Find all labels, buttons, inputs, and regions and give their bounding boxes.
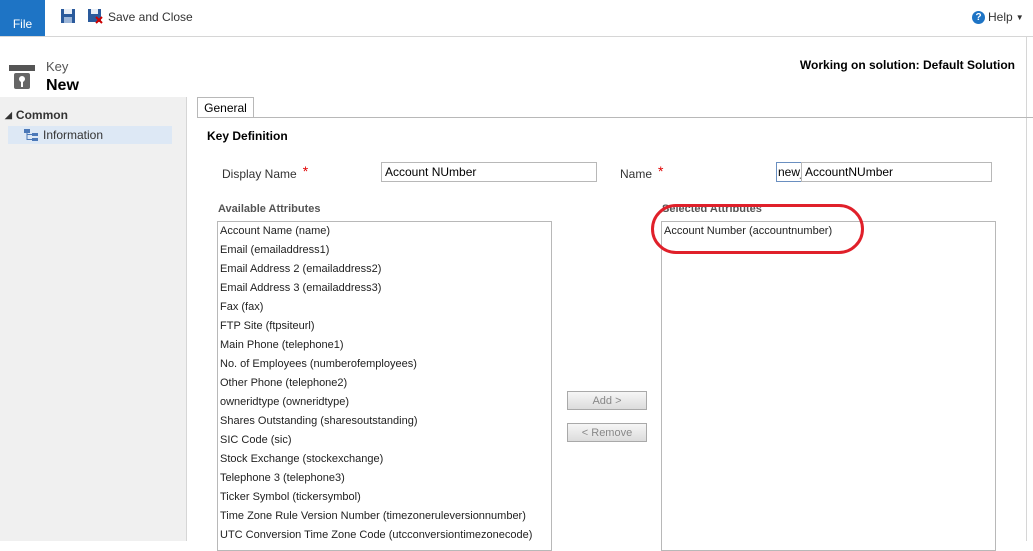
list-item[interactable]: Account Name (name): [218, 222, 551, 241]
key-entity-icon: [9, 65, 35, 89]
list-item[interactable]: FTP Site (ftpsiteurl): [218, 317, 551, 336]
chevron-down-icon: ▼: [1015, 12, 1024, 22]
available-attributes-list[interactable]: Account Name (name) Email (emailaddress1)…: [217, 221, 552, 551]
list-item[interactable]: No. of Employees (numberofemployees): [218, 355, 551, 374]
list-item[interactable]: Email (emailaddress1): [218, 241, 551, 260]
required-asterisk: *: [658, 163, 664, 179]
list-item[interactable]: Telephone 3 (telephone3): [218, 469, 551, 488]
help-icon: ?: [972, 10, 985, 24]
list-item[interactable]: Main Phone (telephone1): [218, 336, 551, 355]
display-name-label-text: Display Name: [222, 167, 297, 181]
entity-label: Key: [46, 59, 69, 74]
name-label-text: Name: [620, 167, 653, 181]
list-item[interactable]: UTC Conversion Time Zone Code (utcconver…: [218, 526, 551, 545]
nav-group-label: Common: [15, 108, 68, 122]
nav-group-common[interactable]: ◢ Common: [5, 108, 68, 122]
collapse-triangle-icon: ◢: [5, 109, 12, 120]
list-item[interactable]: Email Address 3 (emailaddress3): [218, 279, 551, 298]
content-separator: [186, 97, 187, 541]
help-button[interactable]: ? Help ▼: [972, 10, 1024, 24]
record-title: New: [46, 77, 79, 94]
list-item[interactable]: SIC Code (sic): [218, 431, 551, 450]
add-button[interactable]: Add >: [567, 391, 647, 410]
help-label: Help: [988, 10, 1013, 24]
nav-item-label: Information: [43, 128, 104, 142]
save-icon[interactable]: [60, 8, 76, 24]
tab-underline: [197, 117, 1033, 118]
nav-item-information[interactable]: Information: [8, 126, 172, 144]
required-asterisk: *: [302, 163, 309, 179]
solution-label: Working on solution: Default Solution: [799, 58, 1015, 72]
name-input[interactable]: [801, 162, 992, 182]
list-item[interactable]: Shares Outstanding (sharesoutstanding): [218, 412, 551, 431]
list-item[interactable]: Ticker Symbol (tickersymbol): [218, 488, 551, 507]
right-border: [1026, 37, 1027, 541]
file-button[interactable]: File: [0, 0, 45, 36]
display-name-label: Display Name *: [222, 163, 309, 181]
save-and-close-button[interactable]: Save and Close: [108, 10, 193, 24]
available-attributes-label: Available Attributes: [218, 203, 321, 215]
left-navigation: [0, 97, 186, 541]
ribbon: File Save and Close ? Help ▼: [0, 0, 1033, 37]
list-item[interactable]: Other Phone (telephone2): [218, 374, 551, 393]
save-and-close-icon[interactable]: [87, 8, 103, 24]
list-item[interactable]: Fax (fax): [218, 298, 551, 317]
section-title: Key Definition: [207, 129, 288, 143]
highlight-annotation: [651, 204, 864, 254]
information-hierarchy-icon: [24, 129, 38, 141]
list-item[interactable]: owneridtype (owneridtype): [218, 393, 551, 412]
name-label: Name *: [620, 163, 664, 181]
tab-general[interactable]: General: [197, 97, 254, 117]
list-item[interactable]: Email Address 2 (emailaddress2): [218, 260, 551, 279]
remove-button[interactable]: < Remove: [567, 423, 647, 442]
list-item[interactable]: Stock Exchange (stockexchange): [218, 450, 551, 469]
list-item[interactable]: Time Zone Rule Version Number (timezoner…: [218, 507, 551, 526]
display-name-input[interactable]: [381, 162, 597, 182]
selected-attributes-list[interactable]: Account Number (accountnumber): [661, 221, 996, 551]
